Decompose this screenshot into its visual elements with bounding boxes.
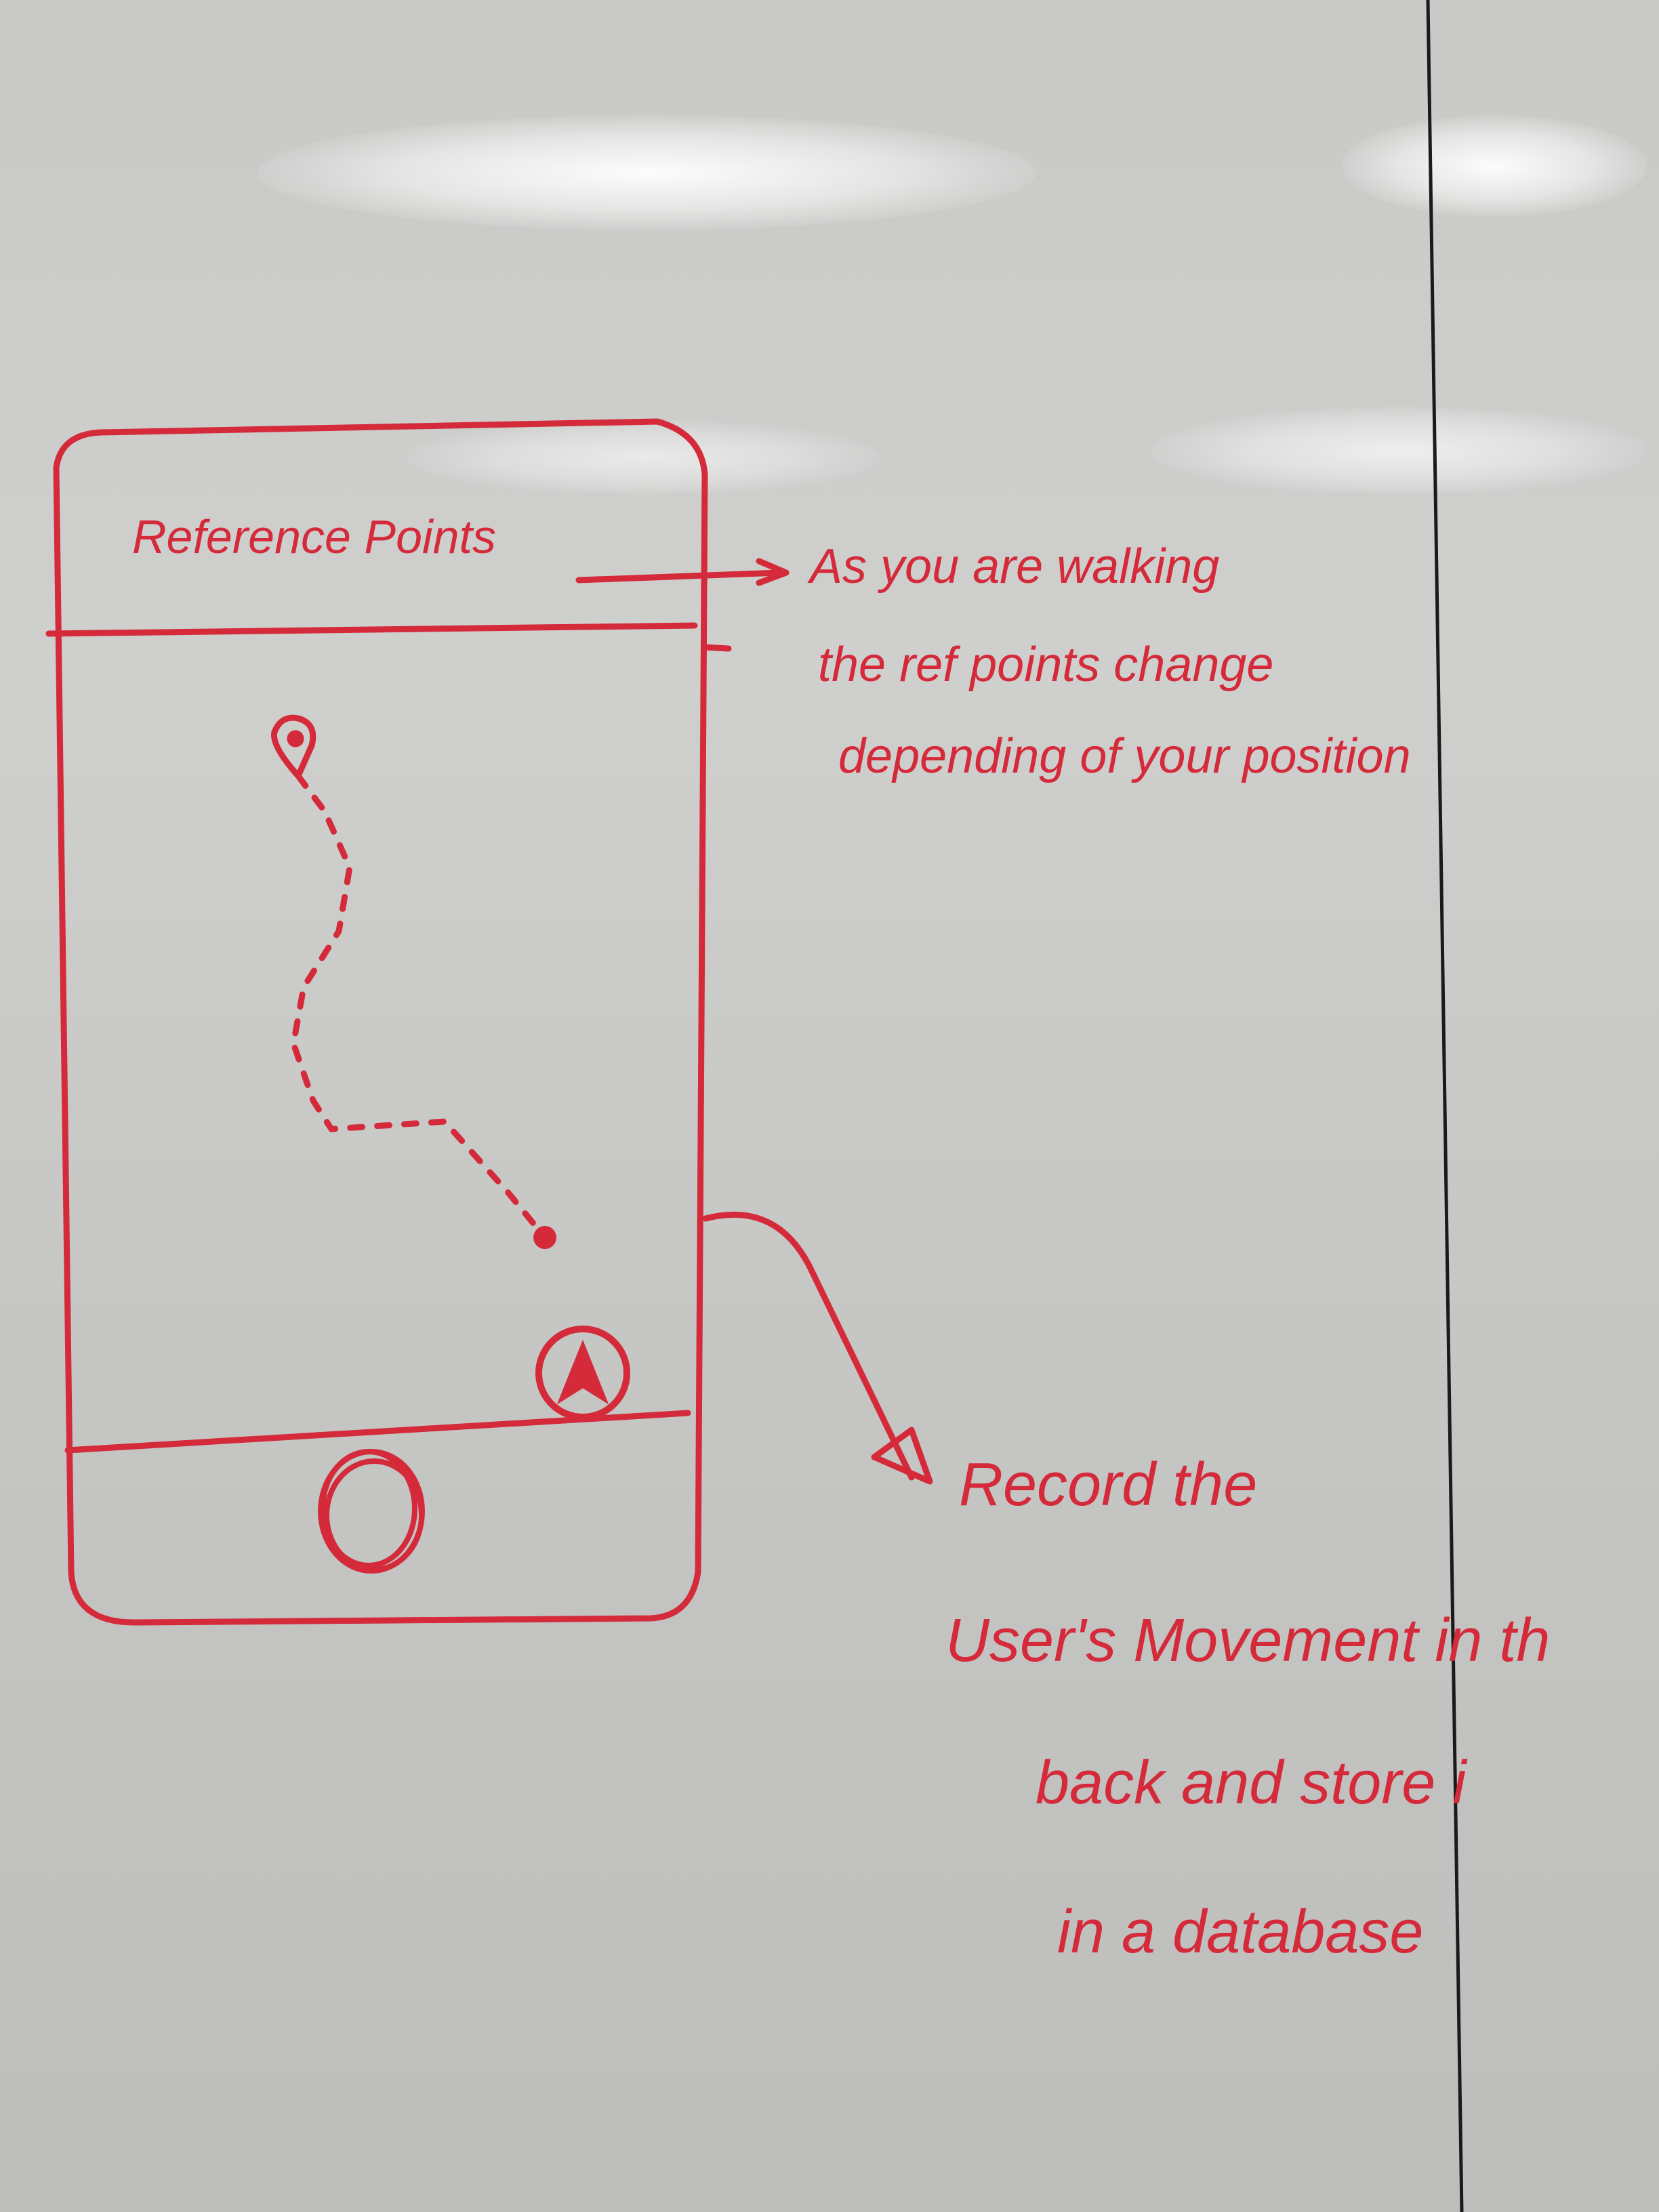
board-divider-line — [1426, 0, 1464, 2212]
reference-note-line-3: depending of your position — [838, 729, 1411, 783]
whiteboard-sketch — [45, 0, 1464, 2212]
navigation-button[interactable] — [535, 1326, 630, 1420]
reference-arrow — [575, 569, 783, 583]
record-button-icon[interactable] — [318, 1449, 425, 1574]
header-divider — [45, 622, 698, 637]
reference-note-line-1: As you are walking — [810, 539, 1220, 594]
recording-note-line-4: in a database — [1057, 1898, 1424, 1966]
screen-title: Reference Points — [132, 510, 496, 563]
recording-note-line-3: back and store i — [1036, 1749, 1467, 1817]
header-tick — [701, 644, 732, 652]
navigation-arrow-icon — [556, 1339, 609, 1405]
recording-note-line-2: User's Movement in th — [945, 1607, 1551, 1675]
current-position-dot-icon — [533, 1226, 556, 1249]
walked-path — [290, 773, 548, 1241]
reference-note-line-2: the ref points change — [818, 638, 1274, 692]
recording-arrow — [702, 1211, 915, 1481]
location-pin-icon — [270, 714, 316, 782]
recording-note-line-1: Record the — [959, 1451, 1258, 1519]
